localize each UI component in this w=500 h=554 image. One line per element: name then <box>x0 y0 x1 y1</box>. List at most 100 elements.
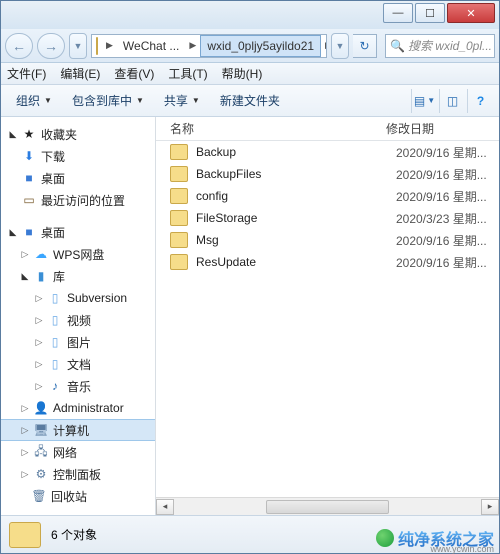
list-item[interactable]: ResUpdate2020/9/16 星期... <box>156 251 499 273</box>
preview-pane-button[interactable]: ◫ <box>439 89 465 113</box>
menu-edit[interactable]: 编辑(E) <box>60 65 100 82</box>
download-icon: ⬇ <box>21 148 37 164</box>
tree-label: 桌面 <box>41 224 65 241</box>
share-label: 共享 <box>164 92 188 109</box>
tree-desktop-root[interactable]: ◣■桌面 <box>1 221 155 243</box>
file-name: Backup <box>196 145 396 159</box>
tree-recent[interactable]: ▭最近访问的位置 <box>1 189 155 211</box>
status-count: 6 个对象 <box>51 526 97 543</box>
desktop-icon: ■ <box>21 224 37 240</box>
tree-label: 控制面板 <box>53 466 101 483</box>
music-icon: ♪ <box>47 378 63 394</box>
breadcrumb-segment-current[interactable]: wxid_0pljy5ayildo21 <box>200 35 321 57</box>
search-placeholder: 搜索 wxid_0pl... <box>408 37 492 54</box>
triangle-icon: ▷ <box>19 249 31 260</box>
folder-icon <box>170 188 188 204</box>
horizontal-scrollbar[interactable]: ◂ ▸ <box>156 497 499 515</box>
folder-icon <box>9 522 41 548</box>
tree-control-panel[interactable]: ▷⚙控制面板 <box>1 463 155 485</box>
scroll-right-button[interactable]: ▸ <box>481 499 499 515</box>
menu-file[interactable]: 文件(F) <box>7 65 46 82</box>
list-item[interactable]: FileStorage2020/3/23 星期... <box>156 207 499 229</box>
column-name[interactable]: 名称 <box>156 120 386 137</box>
column-date[interactable]: 修改日期 <box>386 120 499 137</box>
search-icon: 🔍 <box>390 39 405 53</box>
minimize-button[interactable]: — <box>383 3 413 23</box>
help-button[interactable]: ? <box>467 89 493 113</box>
maximize-button[interactable]: ☐ <box>415 3 445 23</box>
file-name: FileStorage <box>196 211 396 225</box>
tree-administrator[interactable]: ▷👤Administrator <box>1 397 155 419</box>
search-input[interactable]: 🔍搜索 wxid_0pl... <box>385 34 495 58</box>
view-options-button[interactable]: ▤▼ <box>411 89 437 113</box>
chevron-right-icon[interactable]: ▶ <box>102 40 117 51</box>
tree-videos[interactable]: ▷▯视频 <box>1 309 155 331</box>
organize-button[interactable]: 组织▼ <box>7 88 61 113</box>
tree-downloads[interactable]: ⬇下载 <box>1 145 155 167</box>
tree-network[interactable]: ▷🖧网络 <box>1 441 155 463</box>
video-icon: ▯ <box>47 312 63 328</box>
file-date: 2020/9/16 星期... <box>396 254 487 271</box>
list-item[interactable]: config2020/9/16 星期... <box>156 185 499 207</box>
list-item[interactable]: Backup2020/9/16 星期... <box>156 141 499 163</box>
list-item[interactable]: Msg2020/9/16 星期... <box>156 229 499 251</box>
triangle-icon: ▷ <box>19 425 31 436</box>
computer-icon: 🖥 <box>33 422 49 438</box>
address-dropdown[interactable]: ▼ <box>331 33 349 59</box>
history-dropdown[interactable]: ▼ <box>69 33 87 59</box>
tree-label: 下载 <box>41 148 65 165</box>
scroll-thumb[interactable] <box>266 500 389 514</box>
chevron-down-icon: ▼ <box>192 96 200 105</box>
tree-label: 图片 <box>67 334 91 351</box>
address-bar[interactable]: ▶ WeChat ... ▶ wxid_0pljy5ayildo21 ▶ <box>91 34 327 58</box>
tree-favorites[interactable]: ◣★收藏夹 <box>1 123 155 145</box>
tree-desktop[interactable]: ■桌面 <box>1 167 155 189</box>
file-icon: ▯ <box>47 290 63 306</box>
cloud-icon: ☁ <box>33 246 49 262</box>
include-in-library-button[interactable]: 包含到库中 ▼ <box>63 88 153 113</box>
tree-recycle-bin[interactable]: 🗑回收站 <box>1 485 155 507</box>
tree-pictures[interactable]: ▷▯图片 <box>1 331 155 353</box>
file-pane: 名称 修改日期 Backup2020/9/16 星期... BackupFile… <box>156 117 499 515</box>
forward-button[interactable]: → <box>37 33 65 59</box>
toolbar: 组织▼ 包含到库中 ▼ 共享 ▼ 新建文件夹 ▤▼ ◫ ? <box>1 85 499 117</box>
tree-libraries[interactable]: ◣▮库 <box>1 265 155 287</box>
back-button[interactable]: ← <box>5 33 33 59</box>
file-name: ResUpdate <box>196 255 396 269</box>
menu-tools[interactable]: 工具(T) <box>168 65 207 82</box>
scroll-left-button[interactable]: ◂ <box>156 499 174 515</box>
share-button[interactable]: 共享 ▼ <box>155 88 209 113</box>
menu-help[interactable]: 帮助(H) <box>222 65 263 82</box>
tree-subversion[interactable]: ▷▯ Subversion <box>1 287 155 309</box>
tree-music[interactable]: ▷♪音乐 <box>1 375 155 397</box>
menu-view[interactable]: 查看(V) <box>114 65 154 82</box>
tree-computer[interactable]: ▷🖥计算机 <box>1 419 155 441</box>
include-label: 包含到库中 <box>72 92 132 109</box>
triangle-icon: ▷ <box>33 293 45 304</box>
refresh-button[interactable]: ↻ <box>353 34 377 58</box>
tree-label: 桌面 <box>41 170 65 187</box>
chevron-down-icon: ▼ <box>136 96 144 105</box>
tree-label: Subversion <box>67 291 127 305</box>
list-item[interactable]: BackupFiles2020/9/16 星期... <box>156 163 499 185</box>
tree-wps[interactable]: ▷☁WPS网盘 <box>1 243 155 265</box>
triangle-icon: ▷ <box>19 447 31 458</box>
close-button[interactable]: ✕ <box>447 3 495 23</box>
scroll-track[interactable] <box>174 499 481 515</box>
tree-label: 收藏夹 <box>41 126 77 143</box>
chevron-right-icon[interactable]: ▶ <box>321 40 327 51</box>
folder-icon <box>170 254 188 270</box>
triangle-icon: ▷ <box>33 337 45 348</box>
folder-icon <box>170 232 188 248</box>
folder-icon <box>170 144 188 160</box>
tree-label: Administrator <box>53 401 124 415</box>
organize-label: 组织 <box>16 92 40 109</box>
tree-documents[interactable]: ▷▯文档 <box>1 353 155 375</box>
network-icon: 🖧 <box>33 444 49 460</box>
breadcrumb-segment[interactable]: WeChat ... <box>117 35 185 57</box>
new-folder-button[interactable]: 新建文件夹 <box>211 88 289 113</box>
column-header: 名称 修改日期 <box>156 117 499 141</box>
chevron-right-icon[interactable]: ▶ <box>185 40 200 51</box>
recent-icon: ▭ <box>21 192 37 208</box>
document-icon: ▯ <box>47 356 63 372</box>
